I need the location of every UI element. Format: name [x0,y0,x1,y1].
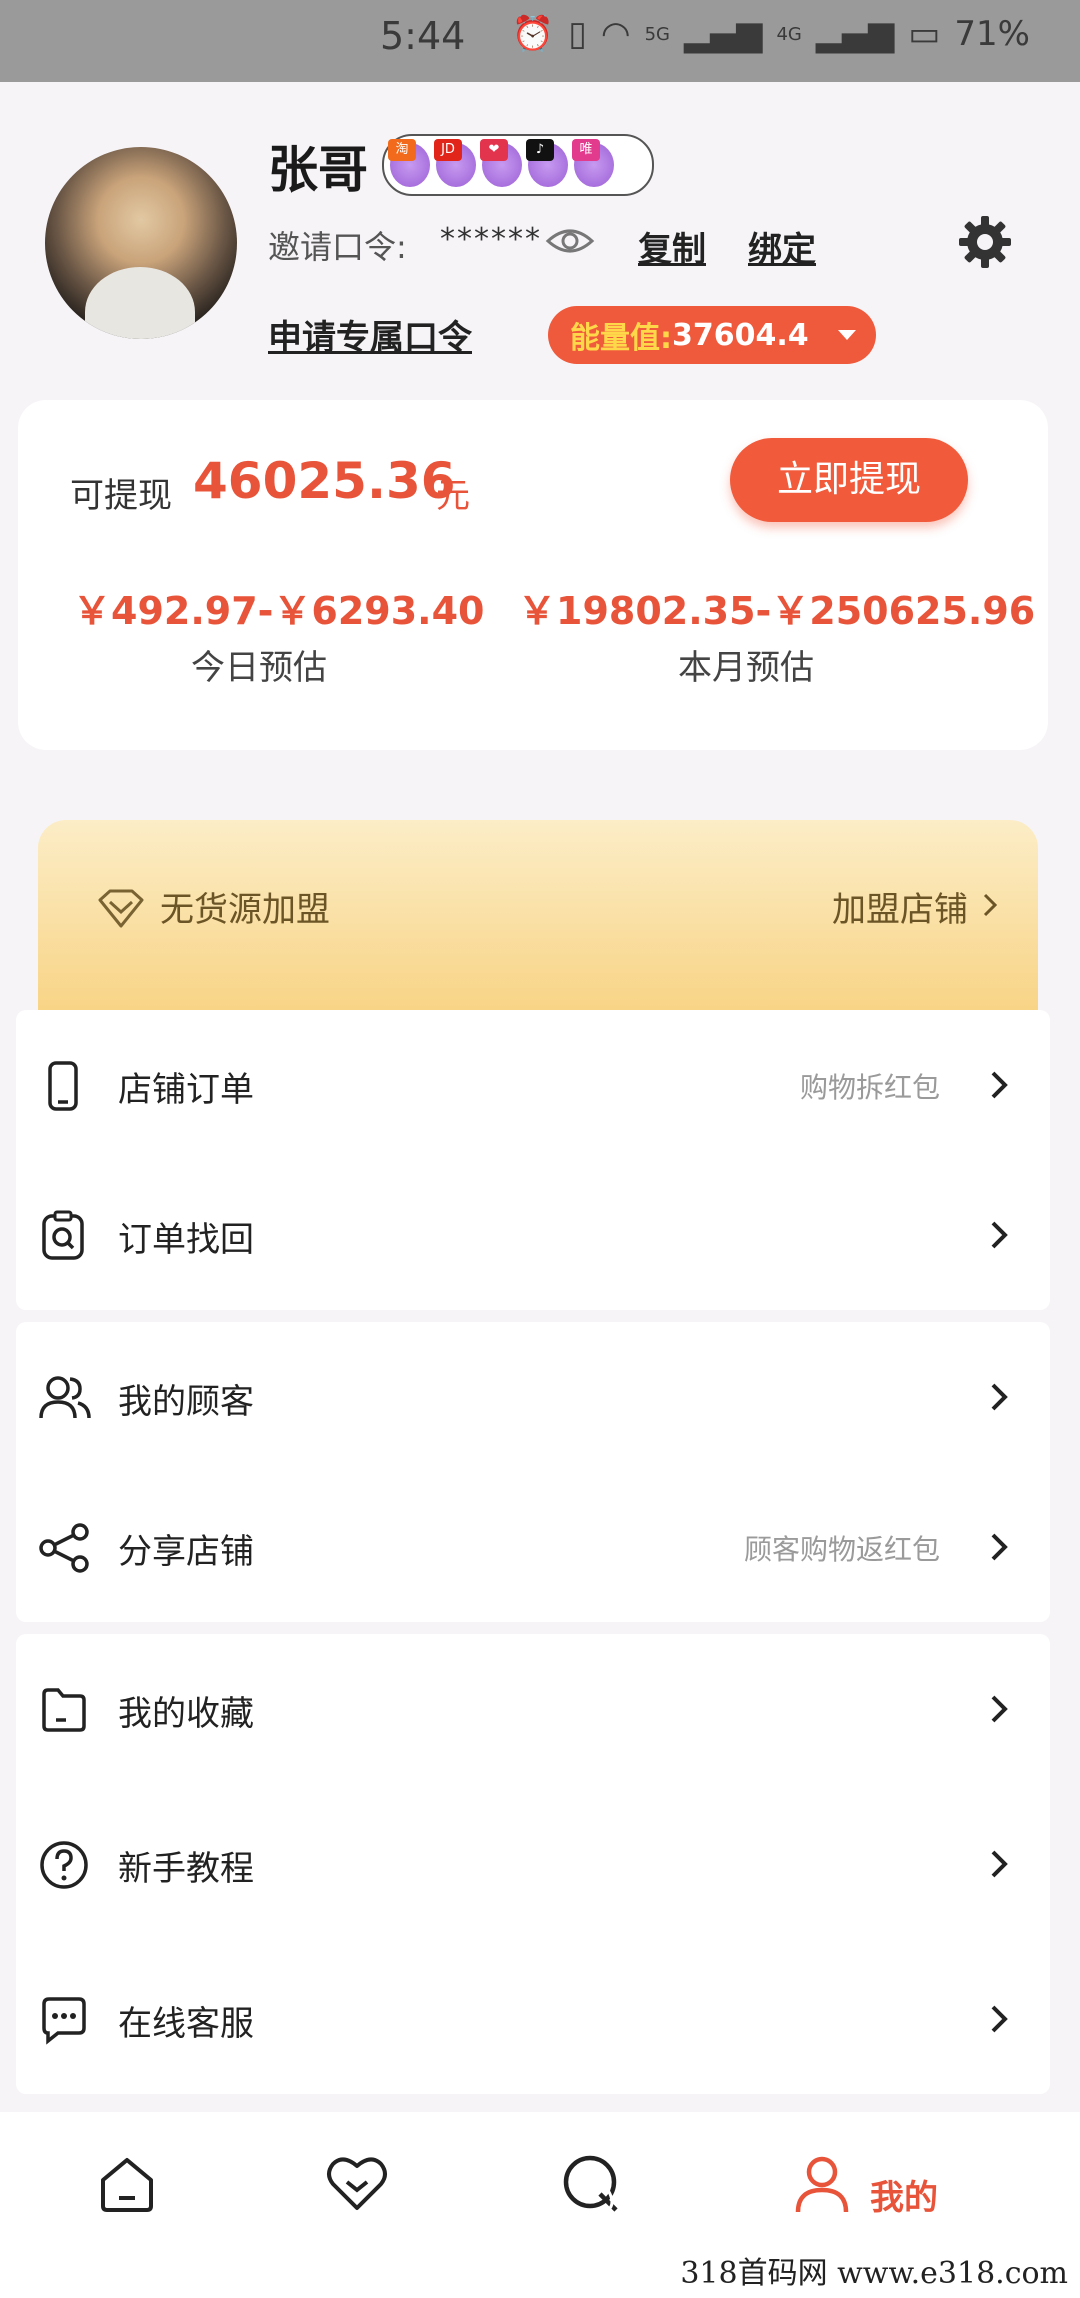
tab-favorites[interactable] [325,2152,389,2220]
today-estimate-label: 今日预估 [191,648,327,688]
alarm-icon: ⏰ [511,14,555,54]
energy-value: 37604.4 [672,317,809,353]
customers-group: 我的顾客 分享店铺 顾客购物返红包 [16,1322,1050,1622]
status-bar: 5:44 ⏰ ▯ ◠ 5G ▂▄▆ 4G ▂▄▆ ▭ 71% [0,0,1080,82]
chat-icon [38,1994,90,2050]
invite-label: 邀请口令: [268,228,407,266]
platform-badges: 淘 JD ❤ ♪ 唯 [382,134,654,196]
franchise-banner[interactable]: 无货源加盟 加盟店铺 [38,820,1038,1010]
menu-item-hint: 顾客购物返红包 [743,1533,940,1566]
energy-pill[interactable]: 能量值: 37604.4 [548,306,876,364]
apply-exclusive-code-link[interactable]: 申请专属口令 [268,310,472,359]
caret-down-icon [838,330,856,340]
user-icon [790,2152,854,2220]
menu-item-label: 分享店铺 [118,1532,254,1572]
network-4g: 4G [776,23,802,45]
misc-group: 我的收藏 新手教程 在线客服 [16,1634,1050,2094]
gear-icon[interactable] [955,212,1015,276]
tab-search[interactable] [560,2152,624,2220]
heart-badge-icon: ❤ [480,139,522,187]
phone-icon [38,1060,88,1116]
orders-group: 店铺订单 购物拆红包 订单找回 [16,1010,1050,1310]
chevron-right-icon [990,1694,1008,1728]
bind-button[interactable]: 绑定 [748,222,816,271]
invite-code: ****** [440,222,542,257]
battery-percent: 71% [954,14,1030,54]
menu-item-label: 我的顾客 [118,1382,254,1422]
heart-icon [325,2152,389,2220]
taobao-badge-icon: 淘 [388,139,430,187]
clipboard-search-icon [38,1210,88,1266]
chevron-right-icon [990,2004,1008,2038]
menu-item-support[interactable]: 在线客服 [16,1944,1050,2094]
bottom-tab-bar: 我的 318首码网 www.e318.com [0,2112,1080,2298]
eye-icon[interactable] [545,225,595,261]
tab-mine-label: 我的 [870,2178,938,2218]
join-store-link[interactable]: 加盟店铺 [832,882,968,931]
menu-item-tutorial[interactable]: 新手教程 [16,1789,1050,1939]
menu-item-label: 在线客服 [118,2004,254,2044]
watermark: 318首码网 www.e318.com [674,2246,1074,2294]
jd-badge-icon: JD [434,139,476,187]
profile-header: 张哥 淘 JD ❤ ♪ 唯 邀请口令: ****** 复制 绑定 申请专属口令 … [0,82,1080,412]
battery-icon: ▭ [908,14,941,54]
tab-home[interactable] [95,2152,159,2220]
energy-label: 能量值: [570,321,672,356]
share-icon [38,1522,92,1578]
status-icons: ⏰ ▯ ◠ 5G ▂▄▆ 4G ▂▄▆ ▭ 71% [512,14,1030,54]
tiktok-badge-icon: ♪ [526,139,568,187]
vibrate-icon: ▯ [568,14,587,54]
wifi-icon: ◠ [600,14,631,54]
avatar[interactable] [45,147,237,339]
withdrawable-amount: 46025.36 [193,452,456,510]
menu-item-order-recovery[interactable]: 订单找回 [16,1160,1050,1310]
network-5g: 5G [644,23,670,45]
home-icon [95,2152,159,2220]
franchise-title: 无货源加盟 [160,890,330,930]
chevron-right-icon [990,1382,1008,1416]
chevron-right-icon [990,1849,1008,1883]
menu-item-label: 店铺订单 [118,1070,254,1110]
copy-button[interactable]: 复制 [638,222,706,271]
users-icon [38,1372,92,1428]
month-estimate-range: ￥19802.35-￥250625.96 [518,589,1036,633]
withdrawable-label: 可提现 [70,476,172,516]
menu-item-label: 订单找回 [118,1220,254,1260]
currency-unit: 元 [436,476,470,516]
chevron-right-icon [990,1070,1008,1104]
menu-item-label: 我的收藏 [118,1694,254,1734]
search-icon [560,2152,624,2220]
month-estimate-label: 本月预估 [678,648,814,688]
profile-page: 张哥 淘 JD ❤ ♪ 唯 邀请口令: ****** 复制 绑定 申请专属口令 … [0,82,1080,2112]
vip-badge-icon: 唯 [572,139,614,187]
menu-item-label: 新手教程 [118,1849,254,1889]
wallet-card: 可提现 46025.36 元 立即提现 ￥492.97-￥6293.40 今日预… [18,400,1048,750]
user-name: 张哥 [268,141,368,199]
today-estimate-range: ￥492.97-￥6293.40 [73,589,485,633]
chevron-right-icon [990,1532,1008,1566]
menu-item-share-store[interactable]: 分享店铺 顾客购物返红包 [16,1472,1050,1622]
chevron-right-icon [982,892,998,922]
diamond-icon [96,888,146,934]
help-icon [38,1839,90,1895]
tab-mine[interactable]: 我的 [790,2152,938,2220]
status-time: 5:44 [380,14,466,58]
menu-item-store-orders[interactable]: 店铺订单 购物拆红包 [16,1010,1050,1160]
folder-icon [38,1684,90,1740]
chevron-right-icon [990,1220,1008,1254]
signal-icon-2: ▂▄▆ [815,14,895,54]
withdraw-button[interactable]: 立即提现 [730,438,968,522]
signal-icon: ▂▄▆ [683,14,763,54]
menu-item-my-customers[interactable]: 我的顾客 [16,1322,1050,1472]
menu-item-favorites[interactable]: 我的收藏 [16,1634,1050,1784]
menu-item-hint: 购物拆红包 [799,1071,940,1104]
